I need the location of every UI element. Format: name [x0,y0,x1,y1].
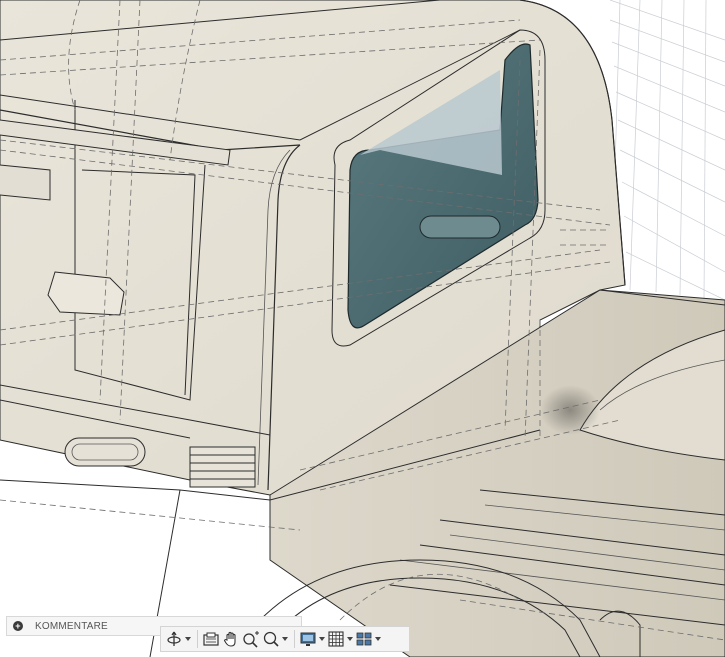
display-settings-icon [300,632,316,646]
pan-icon [223,631,236,647]
viewports-menu-caret[interactable] [375,637,381,641]
3d-viewport[interactable]: + KOMMENTARE [0,0,725,657]
look-at-tool[interactable] [202,628,220,650]
side-vents [189,446,256,488]
orbit-icon [167,631,181,646]
look-at-icon [203,632,219,646]
step-handle [64,437,146,467]
navigation-toolbar [160,626,410,652]
viewports-tool[interactable] [355,628,381,650]
cad-model-view[interactable] [0,0,725,657]
comments-label: KOMMENTARE [35,620,108,632]
plus-circle-icon[interactable]: + [13,621,23,631]
zoom-tool[interactable] [242,628,260,650]
viewports-icon [356,632,372,646]
display-menu-caret[interactable] [319,637,325,641]
separator [294,630,295,648]
fit-menu-caret[interactable] [282,637,288,641]
fit-icon [263,631,279,647]
orbit-menu-caret[interactable] [185,637,191,641]
orbit-tool[interactable] [165,628,191,650]
separator [197,630,198,648]
grid-snap-icon [328,631,344,647]
grid-menu-caret[interactable] [347,637,353,641]
zoom-icon [243,631,259,648]
pan-tool[interactable] [222,628,240,650]
display-settings-tool[interactable] [299,628,325,650]
grid-snap-tool[interactable] [327,628,353,650]
fit-tool[interactable] [262,628,288,650]
